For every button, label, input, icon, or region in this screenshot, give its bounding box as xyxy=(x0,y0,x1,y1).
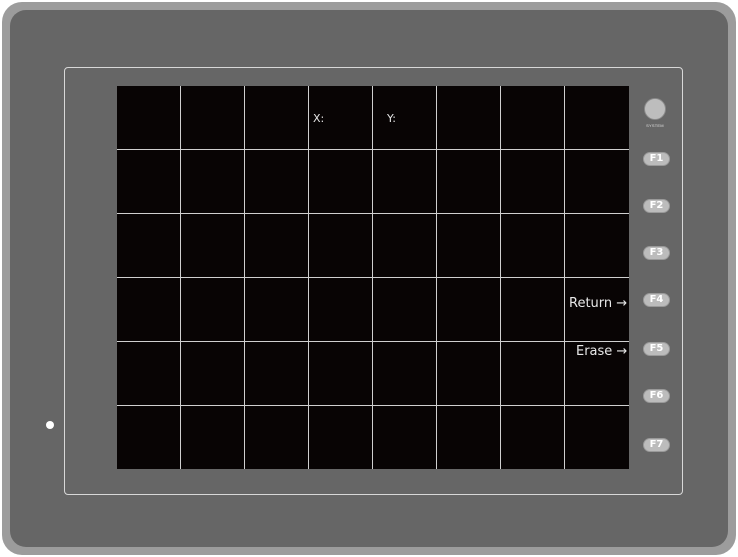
erase-label: Erase → xyxy=(576,344,628,359)
f6-key[interactable]: F6 xyxy=(643,389,670,403)
grid-hline xyxy=(117,341,629,342)
f4-key[interactable]: F4 xyxy=(643,293,670,307)
f5-key[interactable]: F5 xyxy=(643,342,670,356)
grid-hline xyxy=(117,149,629,150)
power-led-indicator xyxy=(46,421,54,429)
x-coordinate-label: X: xyxy=(313,112,325,125)
return-label: Return → xyxy=(569,296,628,311)
f7-key[interactable]: F7 xyxy=(643,438,670,452)
touch-screen[interactable]: X: Y: Return → Erase → xyxy=(117,86,629,469)
y-coordinate-label: Y: xyxy=(387,112,396,125)
f3-key[interactable]: F3 xyxy=(643,246,670,260)
system-button[interactable] xyxy=(644,98,666,120)
f1-key[interactable]: F1 xyxy=(643,152,670,166)
f2-key[interactable]: F2 xyxy=(643,199,670,213)
grid-hline xyxy=(117,277,629,278)
system-label: SYSTEM xyxy=(646,123,664,128)
grid-hline xyxy=(117,213,629,214)
grid-hline xyxy=(117,405,629,406)
